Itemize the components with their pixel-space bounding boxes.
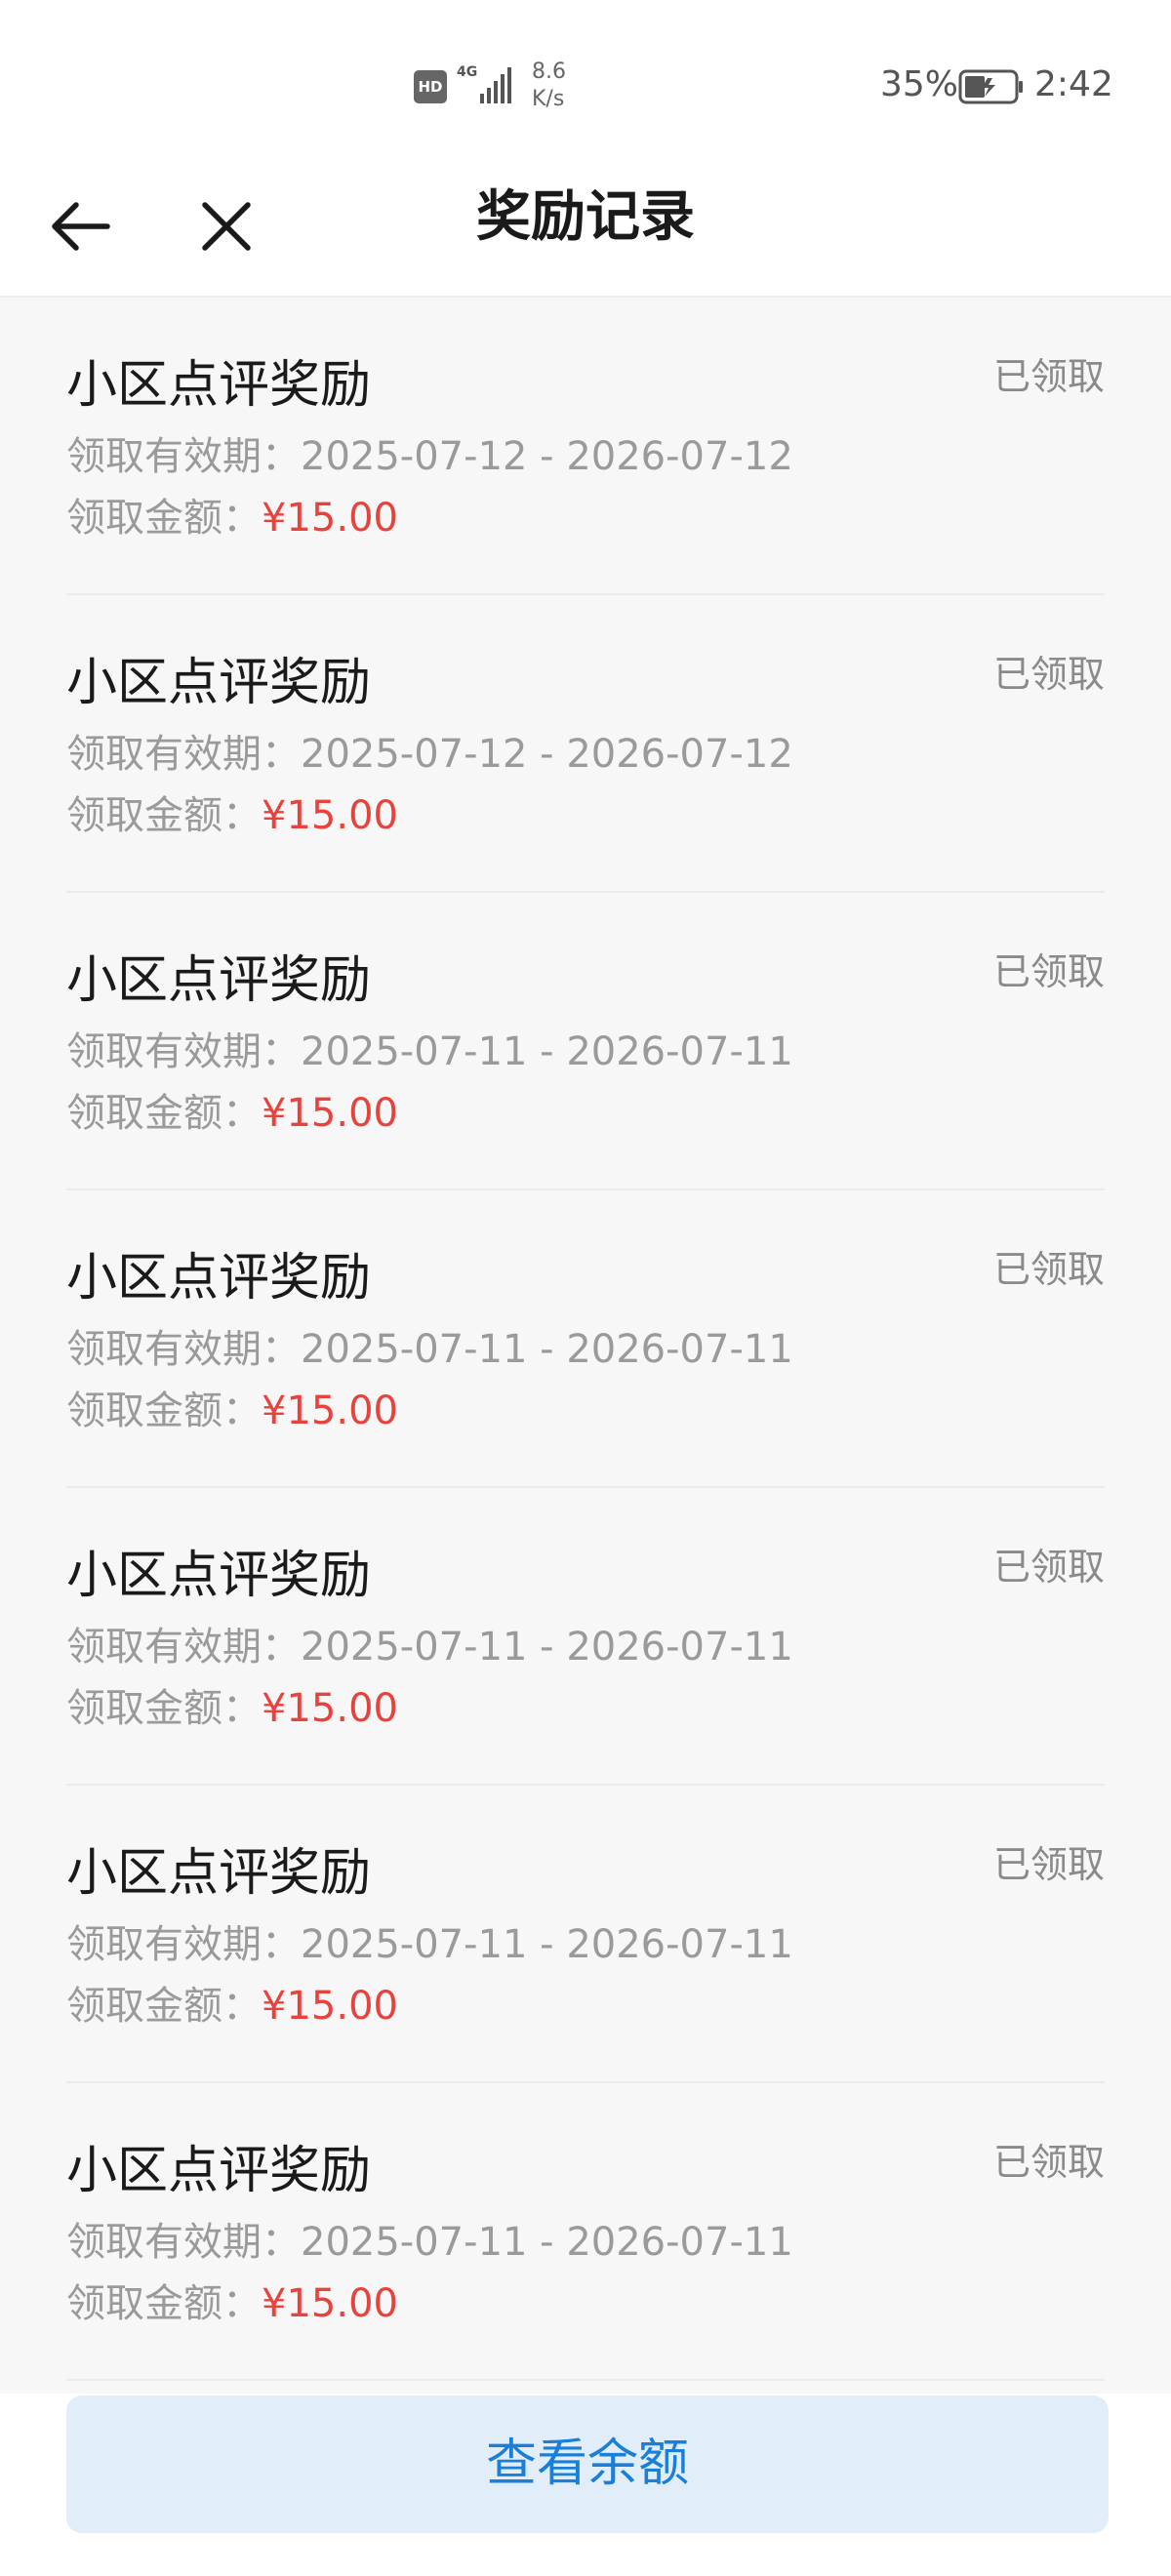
record-status: 已领取 bbox=[992, 1546, 1105, 1589]
validity-label: 领取有效期： bbox=[66, 1922, 301, 1967]
hd-badge: HD bbox=[414, 70, 447, 103]
amount-value: ¥15.00 bbox=[262, 1389, 398, 1433]
arrow-left-icon[interactable] bbox=[43, 185, 121, 263]
record-amount: 领取金额：¥15.00 bbox=[66, 1974, 398, 2031]
record-validity: 领取有效期：2025-07-12 - 2026-07-12 bbox=[66, 424, 793, 481]
validity-label: 领取有效期： bbox=[66, 434, 301, 479]
record-amount: 领取金额：¥15.00 bbox=[66, 2272, 398, 2328]
status-bar: HD 4G 8.6 K/s 35% 2:42 bbox=[0, 0, 1171, 156]
amount-label: 领取金额： bbox=[66, 793, 262, 838]
amount-label: 领取金额： bbox=[66, 1091, 262, 1136]
speed-value: 8.6 bbox=[532, 60, 566, 84]
amount-label: 领取金额： bbox=[66, 2281, 262, 2326]
network-type: 4G bbox=[457, 64, 478, 80]
nav-bar: 奖励记录 bbox=[0, 156, 1171, 298]
amount-value: ¥15.00 bbox=[262, 793, 398, 838]
validity-label: 领取有效期： bbox=[66, 1327, 301, 1372]
page-title: 奖励记录 bbox=[476, 185, 695, 249]
record-status: 已领取 bbox=[992, 1248, 1105, 1291]
record-status: 已领取 bbox=[992, 653, 1105, 696]
clock: 2:42 bbox=[1034, 64, 1113, 104]
validity-label: 领取有效期： bbox=[66, 1029, 301, 1074]
validity-value: 2025-07-11 - 2026-07-11 bbox=[301, 1922, 793, 1967]
battery-percent: 35% bbox=[880, 64, 959, 104]
record-title: 小区点评奖励 bbox=[66, 1249, 372, 1308]
amount-value: ¥15.00 bbox=[262, 1091, 398, 1136]
record-amount: 领取金额：¥15.00 bbox=[66, 784, 398, 840]
record-validity: 领取有效期：2025-07-11 - 2026-07-11 bbox=[66, 1615, 793, 1671]
record-status: 已领取 bbox=[992, 2141, 1105, 2184]
amount-value: ¥15.00 bbox=[262, 1686, 398, 1731]
record-status: 已领取 bbox=[992, 950, 1105, 993]
reward-record: 小区点评奖励 已领取 领取有效期：2025-07-11 - 2026-07-11… bbox=[66, 1488, 1105, 1786]
record-amount: 领取金额：¥15.00 bbox=[66, 1676, 398, 1733]
amount-value: ¥15.00 bbox=[262, 496, 398, 541]
amount-value: ¥15.00 bbox=[262, 2281, 398, 2326]
battery-icon bbox=[958, 69, 1023, 104]
validity-value: 2025-07-11 - 2026-07-11 bbox=[301, 2220, 793, 2265]
reward-record: 小区点评奖励 已领取 领取有效期：2025-07-11 - 2026-07-11… bbox=[66, 893, 1105, 1190]
validity-value: 2025-07-11 - 2026-07-11 bbox=[301, 1625, 793, 1670]
record-title: 小区点评奖励 bbox=[66, 2142, 372, 2200]
reward-record: 小区点评奖励 已领取 领取有效期：2025-07-11 - 2026-07-11… bbox=[66, 1786, 1105, 2083]
reward-record: 小区点评奖励 已领取 领取有效期：2025-07-11 - 2026-07-11… bbox=[66, 2083, 1105, 2381]
validity-label: 领取有效期： bbox=[66, 1625, 301, 1670]
record-status: 已领取 bbox=[992, 355, 1105, 398]
amount-label: 领取金额： bbox=[66, 1686, 262, 1731]
reward-record: 小区点评奖励 已领取 领取有效期：2025-07-12 - 2026-07-12… bbox=[66, 298, 1105, 595]
record-validity: 领取有效期：2025-07-11 - 2026-07-11 bbox=[66, 1020, 793, 1076]
record-title: 小区点评奖励 bbox=[66, 1844, 372, 1903]
record-amount: 领取金额：¥15.00 bbox=[66, 486, 398, 543]
amount-label: 领取金额： bbox=[66, 1389, 262, 1433]
reward-record: 小区点评奖励 已领取 领取有效期：2025-07-11 - 2026-07-11… bbox=[66, 1190, 1105, 1488]
record-validity: 领取有效期：2025-07-11 - 2026-07-11 bbox=[66, 2210, 793, 2267]
network-speed: 8.6 K/s bbox=[532, 59, 566, 113]
reward-record-list: 小区点评奖励 已领取 领取有效期：2025-07-12 - 2026-07-12… bbox=[0, 298, 1171, 2381]
validity-value: 2025-07-12 - 2026-07-12 bbox=[301, 434, 793, 479]
record-title: 小区点评奖励 bbox=[66, 654, 372, 712]
validity-value: 2025-07-11 - 2026-07-11 bbox=[301, 1029, 793, 1074]
signal-icon bbox=[480, 67, 511, 103]
validity-label: 领取有效期： bbox=[66, 732, 301, 777]
record-title: 小区点评奖励 bbox=[66, 1547, 372, 1605]
record-validity: 领取有效期：2025-07-12 - 2026-07-12 bbox=[66, 722, 793, 779]
record-amount: 领取金额：¥15.00 bbox=[66, 1081, 398, 1138]
record-validity: 领取有效期：2025-07-11 - 2026-07-11 bbox=[66, 1317, 793, 1374]
view-balance-button[interactable]: 查看余额 bbox=[66, 2395, 1109, 2533]
validity-value: 2025-07-12 - 2026-07-12 bbox=[301, 732, 793, 777]
reward-record: 小区点评奖励 已领取 领取有效期：2025-07-12 - 2026-07-12… bbox=[66, 595, 1105, 893]
record-status: 已领取 bbox=[992, 1843, 1105, 1886]
validity-label: 领取有效期： bbox=[66, 2220, 301, 2265]
record-amount: 领取金额：¥15.00 bbox=[66, 1379, 398, 1435]
record-title: 小区点评奖励 bbox=[66, 356, 372, 415]
validity-value: 2025-07-11 - 2026-07-11 bbox=[301, 1327, 793, 1372]
record-validity: 领取有效期：2025-07-11 - 2026-07-11 bbox=[66, 1912, 793, 1969]
close-icon[interactable] bbox=[187, 185, 265, 263]
amount-value: ¥15.00 bbox=[262, 1984, 398, 2029]
record-title: 小区点评奖励 bbox=[66, 951, 372, 1010]
page: HD 4G 8.6 K/s 35% 2:42 奖励记录 小区点评奖励 已领取 领… bbox=[0, 0, 1171, 2576]
amount-label: 领取金额： bbox=[66, 496, 262, 541]
amount-label: 领取金额： bbox=[66, 1984, 262, 2029]
speed-unit: K/s bbox=[532, 87, 565, 111]
